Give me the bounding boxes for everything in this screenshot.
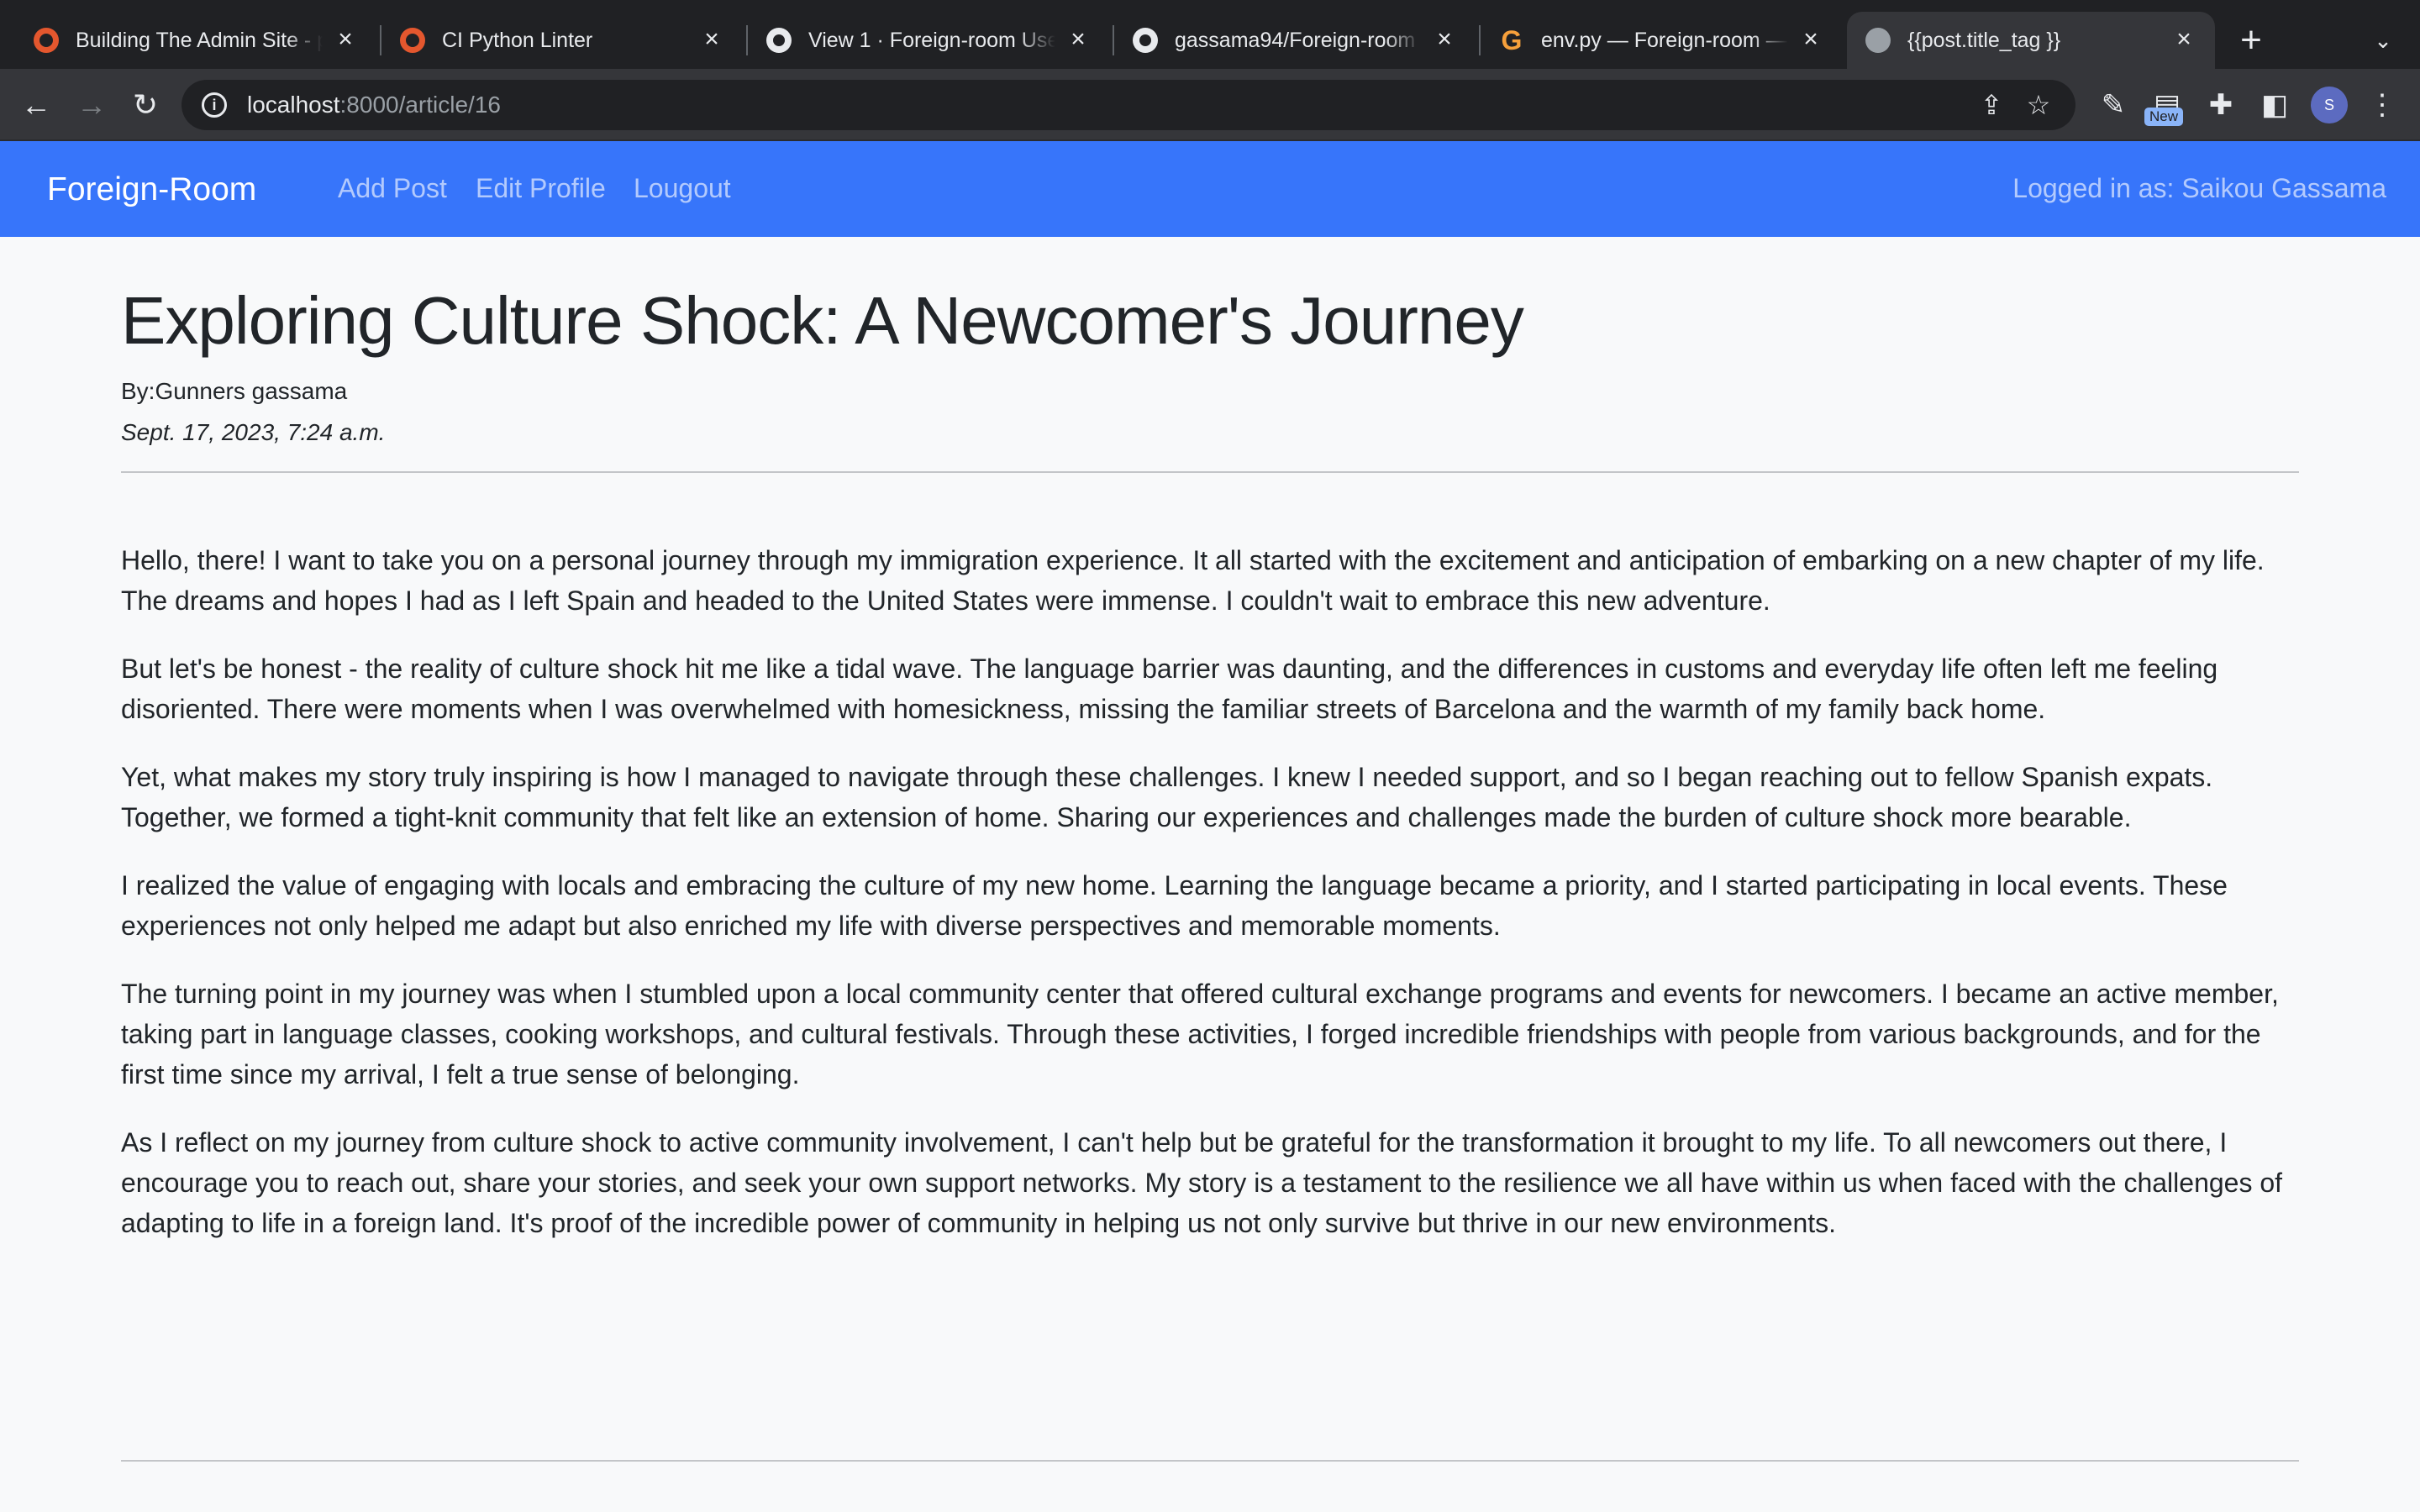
browser-tab[interactable]: G env.py — Foreign-room — C × [1481, 12, 1842, 69]
back-arrow-icon[interactable]: ← [15, 84, 57, 126]
article: Exploring Culture Shock: A Newcomer's Jo… [121, 237, 2299, 1271]
close-icon[interactable]: × [1065, 27, 1091, 53]
article-paragraph: But let's be honest - the reality of cul… [121, 654, 2218, 724]
close-icon[interactable]: × [2171, 27, 2196, 53]
site-navbar: Foreign-Room Add Post Edit Profile Lougo… [0, 141, 2420, 237]
tab-title: View 1 · Foreign-room User [808, 28, 1055, 52]
close-icon[interactable]: × [1798, 27, 1823, 53]
logged-in-status: Logged in as: Saikou Gassama [2012, 173, 2386, 203]
footer-divider [121, 1460, 2299, 1462]
url-host: localhost [247, 92, 340, 118]
tab-title: {{post.title_tag }} [1907, 28, 2061, 52]
browser-tab-active[interactable]: {{post.title_tag }} × [1847, 12, 2215, 69]
tab-title: gassama94/Foreign-room [1175, 28, 1416, 52]
nav-edit-profile[interactable]: Edit Profile [476, 173, 606, 204]
puzzle-icon[interactable]: ✚ [2200, 84, 2242, 126]
article-body: Hello, there! I want to take you on a pe… [121, 540, 2299, 1243]
globe-icon [1865, 28, 1891, 53]
eyedropper-icon[interactable]: ✎ [2092, 84, 2134, 126]
avatar[interactable]: S [2311, 87, 2348, 123]
nav-add-post[interactable]: Add Post [338, 173, 447, 204]
info-icon[interactable]: i [202, 92, 227, 118]
article-author: By:Gunners gassama [121, 378, 348, 404]
article-paragraph: Hello, there! I want to take you on a pe… [121, 545, 2265, 616]
close-icon[interactable]: × [333, 27, 358, 53]
close-icon[interactable]: × [1432, 27, 1457, 53]
github-icon [1133, 28, 1158, 53]
circle-ring-icon [400, 28, 425, 53]
browser-tab[interactable]: Building The Admin Site - p × [15, 12, 376, 69]
browser-tab[interactable]: CI Python Linter × [381, 12, 743, 69]
github-icon [766, 28, 792, 53]
kebab-menu-icon[interactable]: ⋮ [2361, 84, 2403, 126]
browser-tabstrip: Building The Admin Site - p × CI Python … [0, 0, 2420, 69]
tab-title: CI Python Linter [442, 28, 593, 52]
reload-icon[interactable]: ↻ [124, 84, 166, 126]
divider [121, 471, 2299, 473]
article-paragraph: As I reflect on my journey from culture … [121, 1127, 2283, 1238]
circle-ring-icon [34, 28, 59, 53]
article-title: Exploring Culture Shock: A Newcomer's Jo… [121, 283, 1524, 358]
close-icon[interactable]: × [699, 27, 724, 53]
url-text[interactable]: localhost:8000/article/16 [247, 92, 501, 118]
browser-tab[interactable]: View 1 · Foreign-room User × [748, 12, 1109, 69]
browser-toolbar: ← → ↻ i localhost:8000/article/16 ⇪ ☆ ✎ … [0, 69, 2420, 141]
nav-logout[interactable]: Lougout [634, 173, 731, 204]
url-path: :8000/article/16 [339, 92, 501, 118]
new-tab-button[interactable]: + [2232, 22, 2270, 60]
bookmark-star-icon[interactable]: ☆ [2022, 88, 2055, 122]
article-paragraph: Yet, what makes my story truly inspiring… [121, 762, 2213, 832]
gitpod-icon: G [1501, 24, 1523, 55]
tab-title: Building The Admin Site - p [76, 28, 323, 52]
share-icon[interactable]: ⇪ [1975, 88, 2008, 122]
article-date: Sept. 17, 2023, 7:24 a.m. [121, 419, 386, 445]
browser-tab[interactable]: gassama94/Foreign-room × [1114, 12, 1476, 69]
article-paragraph: The turning point in my journey was when… [121, 979, 2279, 1089]
side-panel-icon[interactable]: ◧ [2254, 84, 2296, 126]
article-paragraph: I realized the value of engaging with lo… [121, 870, 2228, 941]
brand-link[interactable]: Foreign-Room [47, 171, 256, 208]
new-badge: New [2144, 108, 2184, 126]
tab-search-chevron-icon[interactable]: ⌄ [2368, 25, 2398, 55]
address-bar[interactable]: i localhost:8000/article/16 ⇪ ☆ [182, 80, 2075, 130]
forward-arrow-icon[interactable]: → [71, 84, 113, 126]
tab-title: env.py — Foreign-room — C [1541, 28, 1788, 52]
